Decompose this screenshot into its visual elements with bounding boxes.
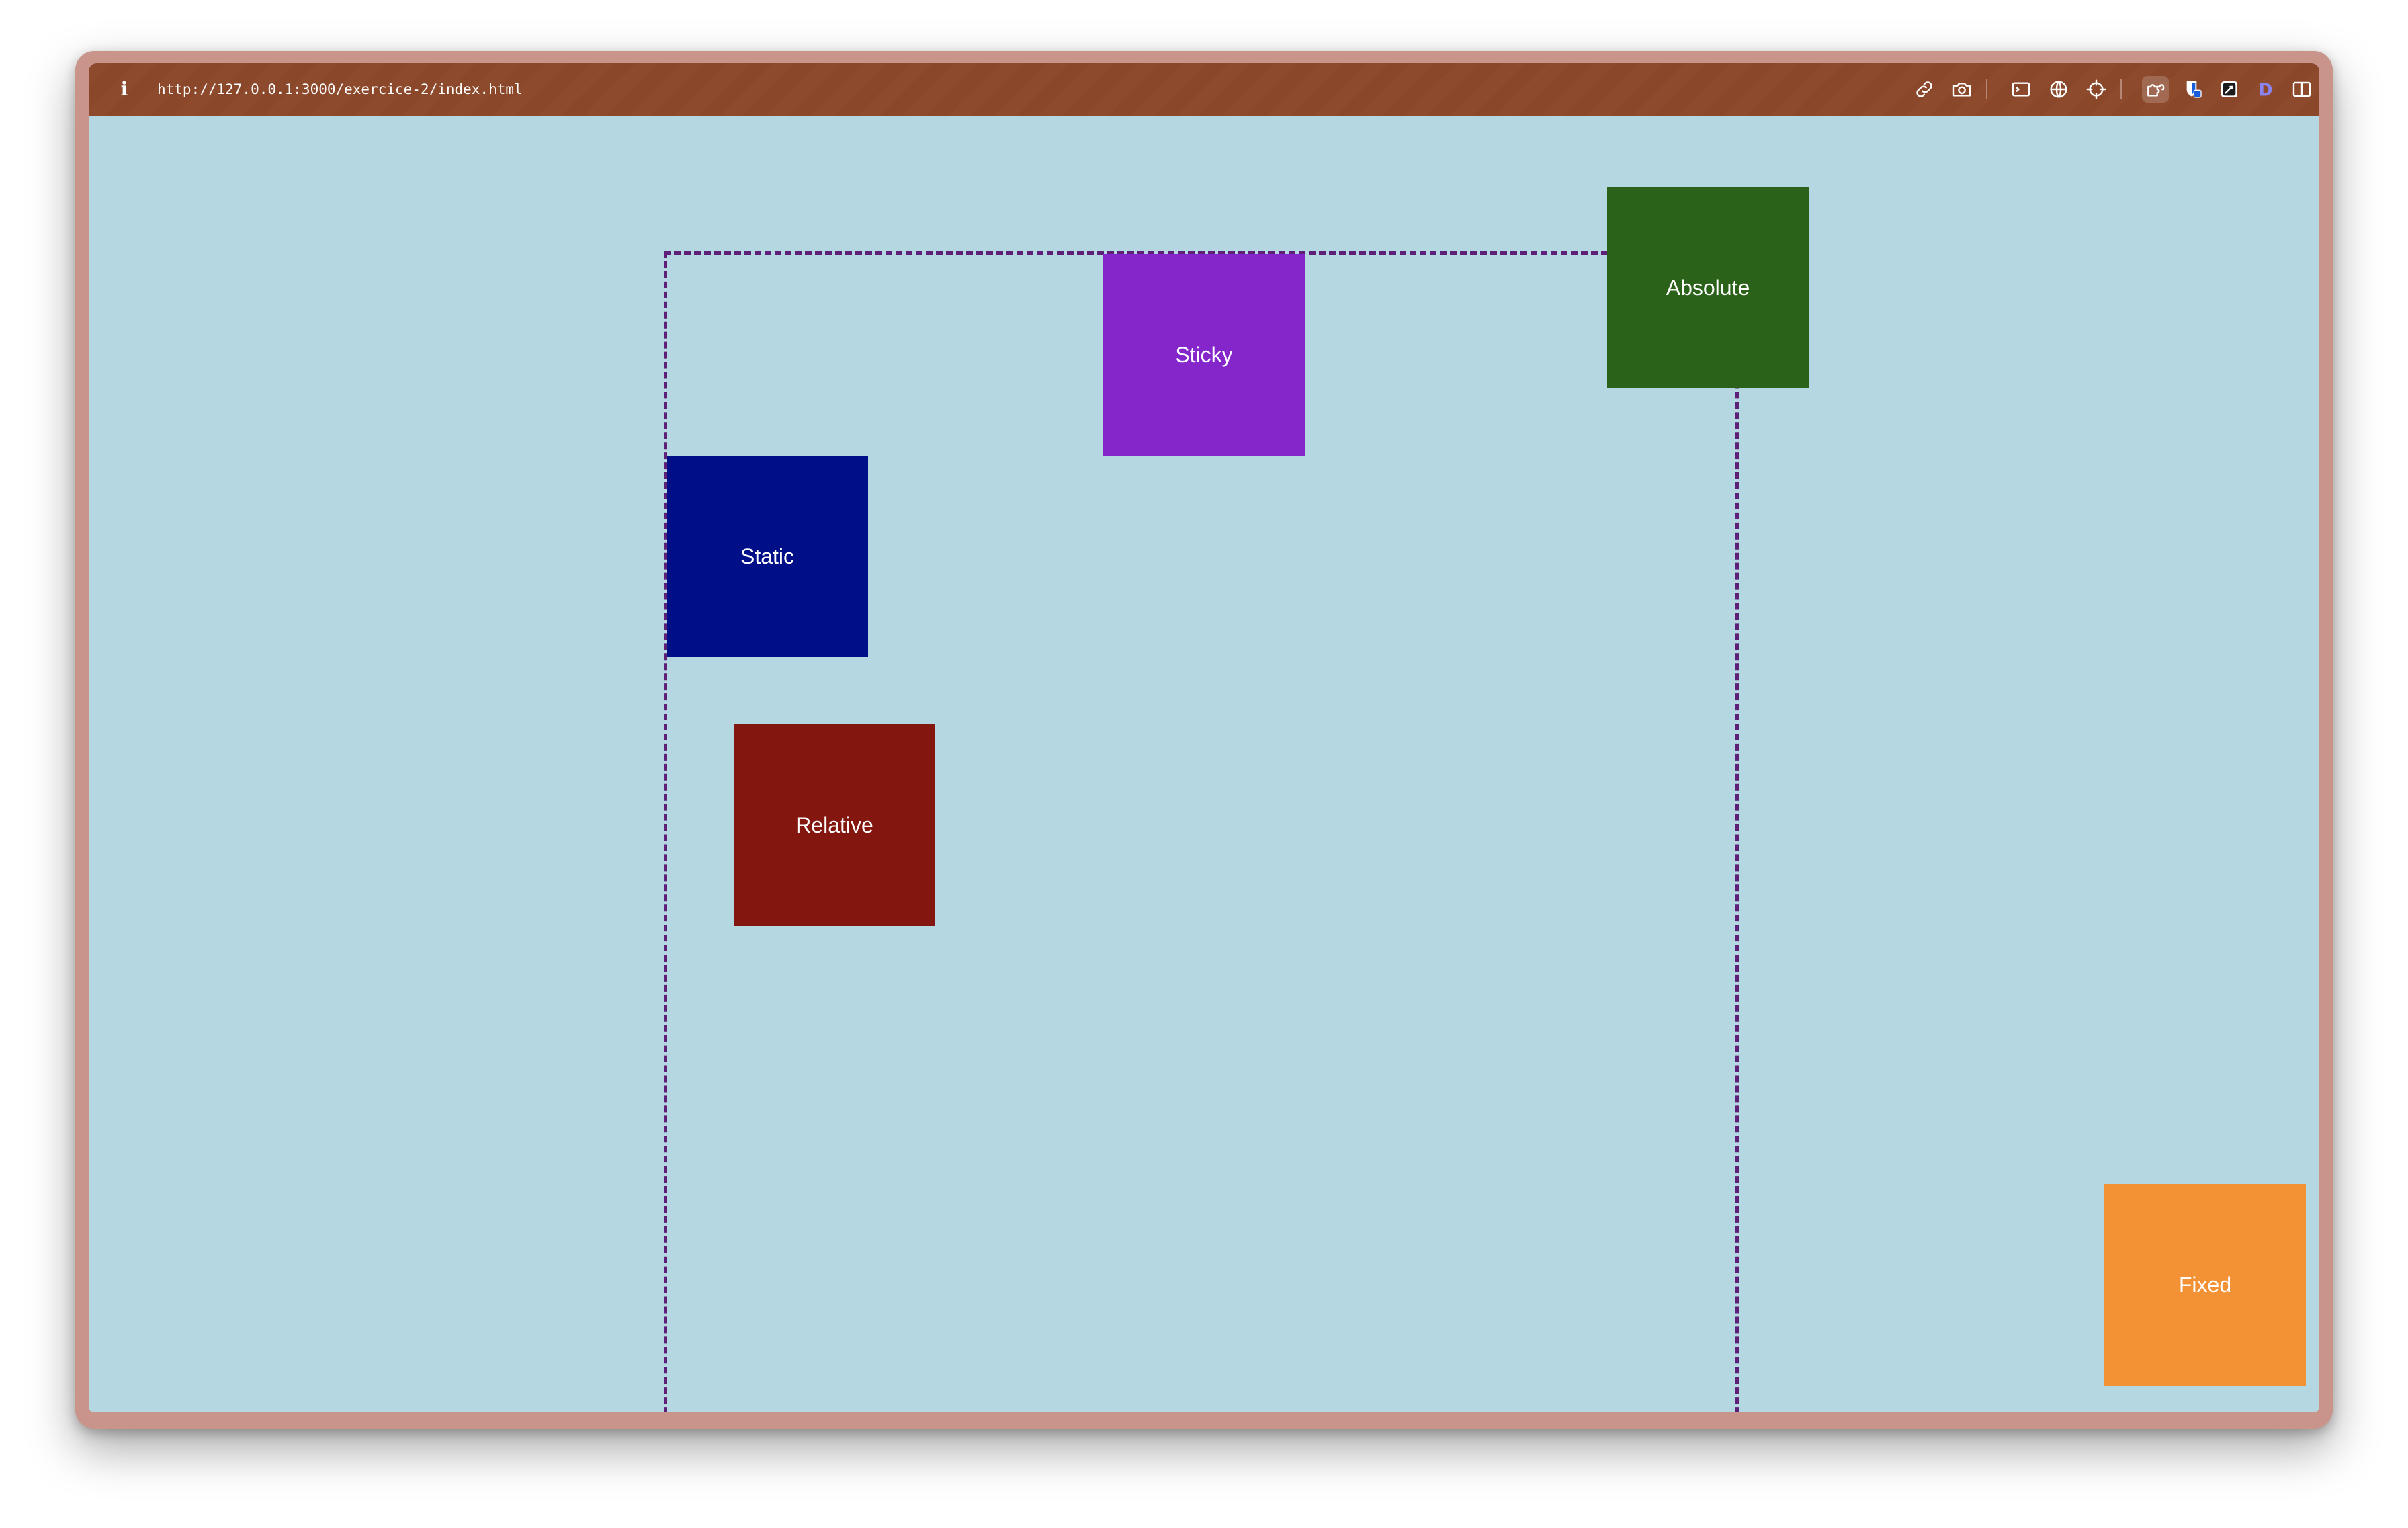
sticky-box-label: Sticky [1175, 342, 1233, 367]
fixed-box: Fixed [2104, 1184, 2306, 1386]
url-bar[interactable]: http://127.0.0.1:3000/exercice-2/index.h… [157, 77, 523, 101]
extensions-icon[interactable] [2142, 76, 2169, 103]
absolute-box-label: Absolute [1666, 275, 1750, 300]
browser-window: i http://127.0.0.1:3000/exercice-2/index… [75, 51, 2333, 1429]
d-icon-letter: D [2258, 79, 2272, 99]
toolbar-divider [2120, 79, 2122, 99]
browser-toolbar: i http://127.0.0.1:3000/exercice-2/index… [89, 63, 2319, 116]
sticky-box: Sticky [1103, 254, 1305, 456]
relative-box: Relative [734, 724, 935, 926]
relative-box-label: Relative [796, 812, 873, 837]
sidebar-icon[interactable] [2288, 76, 2315, 103]
bitwarden-icon[interactable] [2180, 76, 2206, 103]
info-icon[interactable]: i [114, 77, 134, 102]
link-icon[interactable] [1911, 76, 1938, 103]
page-viewport: Static Relative Sticky Absolute Fixed [89, 116, 2319, 1412]
d-icon[interactable]: D [2252, 76, 2279, 103]
absolute-box: Absolute [1607, 187, 1809, 388]
static-box-label: Static [740, 544, 795, 568]
static-box: Static [666, 456, 868, 657]
crosshair-icon[interactable] [2083, 76, 2110, 103]
globe-icon[interactable] [2045, 76, 2072, 103]
toolbar-divider [1986, 79, 1987, 99]
camera-icon[interactable] [1948, 76, 1975, 103]
editor-icon[interactable] [2216, 76, 2243, 103]
terminal-icon[interactable] [2008, 76, 2034, 103]
fixed-box-label: Fixed [2178, 1272, 2232, 1297]
